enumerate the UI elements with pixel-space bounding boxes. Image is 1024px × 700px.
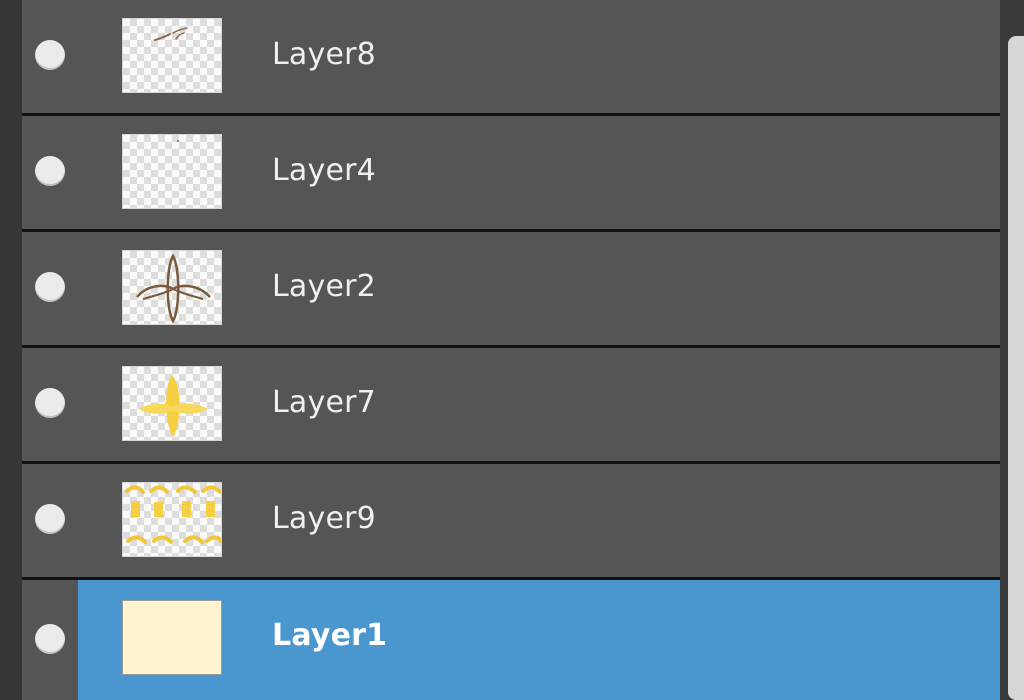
- yellow-petal-icon: [139, 375, 208, 437]
- layer-thumbnail: [122, 18, 222, 93]
- layer-name: Layer1: [272, 618, 388, 653]
- layer-row-layer1[interactable]: Layer1: [22, 580, 1000, 700]
- layers-panel: Layer8 Layer4 Layer2 Layer7 Layer9 Layer…: [0, 0, 1024, 700]
- layer-thumbnail: [122, 366, 222, 441]
- layer-name: Layer7: [272, 385, 376, 420]
- panel-left-edge: [0, 0, 22, 700]
- layer-name: Layer9: [272, 501, 376, 536]
- scrollbar-thumb[interactable]: [1008, 36, 1024, 700]
- visibility-toggle-icon[interactable]: [35, 40, 65, 70]
- layer-name: Layer8: [272, 37, 376, 72]
- layer-thumbnail: [122, 250, 222, 325]
- layer-row-layer9[interactable]: Layer9: [22, 464, 1000, 577]
- visibility-toggle-icon[interactable]: [35, 272, 65, 302]
- layer-name: Layer2: [272, 269, 376, 304]
- layer-thumbnail: [122, 134, 222, 209]
- layer-list: Layer8 Layer4 Layer2 Layer7 Layer9 Layer…: [22, 0, 1000, 700]
- layers-scrollbar[interactable]: [1000, 0, 1024, 700]
- layer-name: Layer4: [272, 153, 376, 188]
- layer-row-layer8[interactable]: Layer8: [22, 0, 1000, 113]
- transparent-layer-icon: [177, 140, 179, 142]
- layer-row-layer7[interactable]: Layer7: [22, 348, 1000, 461]
- layer-thumbnail: [122, 600, 222, 675]
- visibility-toggle-icon[interactable]: [35, 624, 65, 654]
- layer-row-layer4[interactable]: Layer4: [22, 116, 1000, 229]
- floral-outline-icon: [136, 253, 211, 324]
- sketch-marks-icon: [154, 27, 188, 41]
- visibility-toggle-icon[interactable]: [35, 156, 65, 186]
- layer-row-layer2[interactable]: Layer2: [22, 232, 1000, 345]
- yellow-pattern-icon: [125, 485, 221, 544]
- visibility-toggle-icon[interactable]: [35, 388, 65, 418]
- visibility-toggle-icon[interactable]: [35, 504, 65, 534]
- layer-thumbnail: [122, 482, 222, 557]
